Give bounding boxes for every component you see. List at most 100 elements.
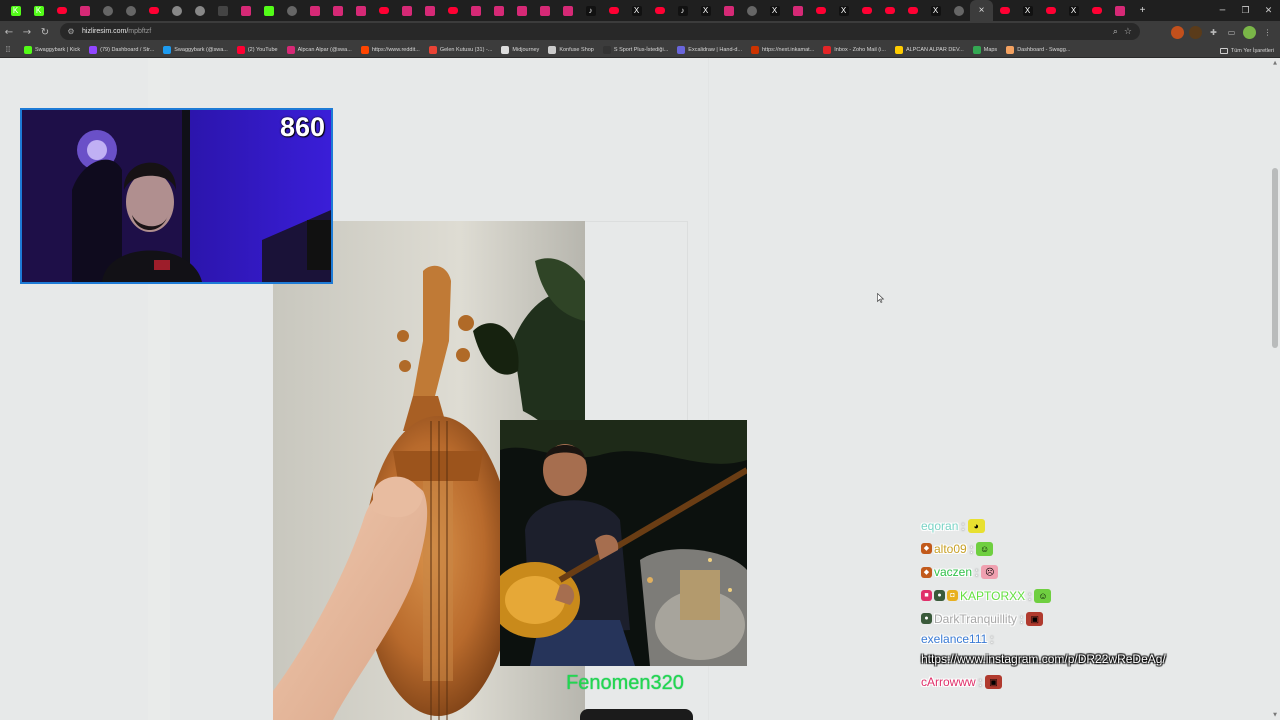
chat-username[interactable]: exelance111 xyxy=(921,632,987,646)
browser-tab[interactable] xyxy=(901,0,924,21)
bookmark-item[interactable]: Excalidraw | Hand-d... xyxy=(677,46,742,54)
browser-tab[interactable] xyxy=(142,0,165,21)
browser-tab[interactable] xyxy=(855,0,878,21)
browser-tab[interactable] xyxy=(993,0,1016,21)
browser-tab[interactable] xyxy=(1085,0,1108,21)
browser-tab[interactable] xyxy=(326,0,349,21)
bookmark-item[interactable]: Inbox - Zoho Mail (i... xyxy=(823,46,886,54)
bookmark-item[interactable]: https://www.reddit... xyxy=(360,46,420,54)
browser-tab[interactable] xyxy=(50,0,73,21)
browser-tab[interactable] xyxy=(73,0,96,21)
browser-tab[interactable]: K xyxy=(27,0,50,21)
bookmark-item[interactable]: Gelen Kutusu (31) -... xyxy=(428,46,492,54)
reload-icon[interactable]: ↻ xyxy=(36,23,54,41)
url-text[interactable]: hizliresim.com/mpbftzf xyxy=(82,28,151,35)
browser-tab[interactable]: X xyxy=(1016,0,1039,21)
chat-username[interactable]: alto09 xyxy=(934,542,967,556)
browser-tab[interactable] xyxy=(878,0,901,21)
browser-tab[interactable] xyxy=(648,0,671,21)
bookmark-item[interactable]: Midjourney xyxy=(501,46,539,54)
browser-tab[interactable] xyxy=(1039,0,1062,21)
browser-tab[interactable] xyxy=(280,0,303,21)
bookmark-item[interactable]: ALPCAN ALPAR DEV... xyxy=(894,46,964,54)
extensions-puzzle-icon[interactable]: ✚ xyxy=(1207,26,1220,39)
browser-tab[interactable] xyxy=(947,0,970,21)
browser-tab[interactable]: X xyxy=(832,0,855,21)
browser-tab[interactable] xyxy=(464,0,487,21)
browser-tab[interactable]: ♪ xyxy=(579,0,602,21)
extension-icon[interactable] xyxy=(1171,25,1184,39)
zoom-icon[interactable]: ⌕ xyxy=(1113,27,1118,37)
browser-tab[interactable]: X xyxy=(924,0,947,21)
bookmark-star-icon[interactable]: ☆ xyxy=(1124,27,1132,37)
browser-tab[interactable] xyxy=(119,0,142,21)
browser-tab[interactable] xyxy=(809,0,832,21)
browser-tab[interactable]: + xyxy=(1131,0,1154,21)
bookmark-label: Swaggybark | Kick xyxy=(35,47,81,53)
browser-tab[interactable] xyxy=(602,0,625,21)
browser-tab[interactable] xyxy=(211,0,234,21)
bookmark-item[interactable]: Alpcan Alpar (@swa... xyxy=(286,46,352,54)
browser-tab-active[interactable]: × xyxy=(970,0,993,21)
bookmark-item[interactable]: Swaggybark (@swa... xyxy=(163,46,228,54)
browser-tab[interactable]: X xyxy=(1062,0,1085,21)
browser-tab[interactable] xyxy=(487,0,510,21)
browser-tab[interactable] xyxy=(96,0,119,21)
profile-avatar[interactable] xyxy=(1243,25,1256,39)
bookmark-item[interactable]: Dashboard - Swagg... xyxy=(1006,46,1070,54)
bookmark-item[interactable]: (79) Dashboard / Str... xyxy=(89,46,154,54)
close-window-icon[interactable]: ✕ xyxy=(1257,0,1280,21)
address-bar[interactable]: ⚙ hizliresim.com/mpbftzf ⌕ ☆ xyxy=(60,23,1140,40)
maximize-icon[interactable]: ❐ xyxy=(1234,0,1257,21)
scrollbar[interactable]: ▲ ▼ xyxy=(1270,58,1280,720)
bookmark-item[interactable]: (2) YouTube xyxy=(236,46,278,54)
chat-username[interactable]: vaczen xyxy=(934,565,972,579)
browser-tab[interactable]: ♪ xyxy=(671,0,694,21)
chat-username[interactable]: cArrowww xyxy=(921,675,976,689)
browser-tab[interactable] xyxy=(303,0,326,21)
browser-tab[interactable] xyxy=(510,0,533,21)
chat-username[interactable]: DarkTranquillity xyxy=(934,612,1017,626)
side-panel-icon[interactable]: ▭ xyxy=(1225,26,1238,39)
browser-tab[interactable] xyxy=(395,0,418,21)
apps-grid-icon[interactable]: ⁞⁞ xyxy=(4,46,15,54)
menu-kebab-icon[interactable]: ⋮ xyxy=(1261,26,1274,39)
browser-tab[interactable] xyxy=(717,0,740,21)
browser-tab[interactable] xyxy=(188,0,211,21)
chat-username[interactable]: eqoran xyxy=(921,519,958,533)
bookmark-item[interactable]: S Sport Plus-İstediği... xyxy=(602,46,668,54)
bookmark-item[interactable]: Swaggybark | Kick xyxy=(24,46,80,54)
browser-tab[interactable]: X xyxy=(625,0,648,21)
browser-tab[interactable] xyxy=(533,0,556,21)
browser-tab[interactable] xyxy=(441,0,464,21)
bookmark-label: Dashboard - Swagg... xyxy=(1017,47,1071,53)
browser-tab[interactable] xyxy=(786,0,809,21)
browser-tab[interactable] xyxy=(349,0,372,21)
forward-icon[interactable]: → xyxy=(18,23,36,41)
extension-icon[interactable] xyxy=(1189,25,1202,39)
new-tab-icon: + xyxy=(1139,4,1146,16)
scroll-down-icon[interactable]: ▼ xyxy=(1272,712,1278,718)
browser-tab[interactable]: K xyxy=(4,0,27,21)
browser-tab[interactable] xyxy=(418,0,441,21)
bookmark-item[interactable]: https://next.inkamat... xyxy=(751,46,814,54)
minimize-icon[interactable]: ─ xyxy=(1211,0,1234,21)
browser-tab[interactable] xyxy=(740,0,763,21)
browser-tab[interactable]: X xyxy=(694,0,717,21)
bookmark-item[interactable]: Konfuse Shop xyxy=(548,46,594,54)
browser-tab[interactable] xyxy=(1108,0,1131,21)
browser-tab[interactable] xyxy=(165,0,188,21)
back-icon[interactable]: ← xyxy=(0,23,18,41)
scrollbar-thumb[interactable] xyxy=(1272,168,1278,348)
bookmark-item[interactable]: Maps xyxy=(972,46,997,54)
browser-tab[interactable]: X xyxy=(763,0,786,21)
scroll-up-icon[interactable]: ▲ xyxy=(1272,60,1278,66)
browser-tab[interactable] xyxy=(372,0,395,21)
chat-username[interactable]: KAPTORXX xyxy=(960,589,1025,603)
site-info-icon[interactable]: ⚙ xyxy=(66,27,76,37)
all-bookmarks[interactable]: Tüm Yer İşaretleri xyxy=(1219,43,1274,58)
browser-tab[interactable] xyxy=(234,0,257,21)
browser-tab[interactable] xyxy=(257,0,280,21)
chat-link[interactable]: https://www.instagram.com/p/DR22wReDeAg/ xyxy=(921,648,1221,670)
browser-tab[interactable] xyxy=(556,0,579,21)
